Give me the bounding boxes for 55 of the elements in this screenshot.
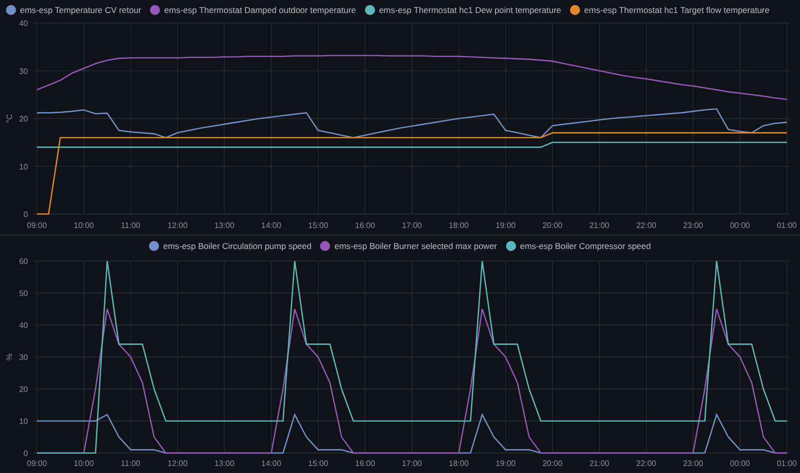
axis-tick-label: 17:00 <box>402 221 422 230</box>
axis-tick-label: 60 <box>19 257 28 266</box>
axis-tick-label: 23:00 <box>683 221 704 230</box>
axis-title: % <box>5 353 14 361</box>
axis-tick-label: 20 <box>19 114 28 124</box>
axis-title: °C <box>5 114 14 123</box>
legend-label[interactable]: ems-esp Thermostat hc1 Target flow temperature <box>584 5 770 15</box>
axis-tick-label: 10 <box>19 417 28 426</box>
axis-tick-label: 20 <box>19 385 28 394</box>
axis-tick-label: 14:00 <box>261 221 282 230</box>
axis-tick-label: 00:00 <box>730 459 750 468</box>
axis-tick-label: 13:00 <box>214 459 234 468</box>
axis-tick-label: 10 <box>19 162 28 172</box>
axis-tick-label: 14:00 <box>261 459 282 468</box>
axis-tick-label: 10:00 <box>74 221 94 230</box>
axis-tick-label: 0 <box>24 210 28 219</box>
axis-tick-label: 20:00 <box>542 459 563 468</box>
axis-tick-label: 11:00 <box>120 459 140 468</box>
axis-tick-label: 30 <box>19 353 28 362</box>
legend-label[interactable]: ems-esp Boiler Circulation pump speed <box>163 241 312 251</box>
legend-label[interactable]: ems-esp Boiler Compressor speed <box>520 241 651 251</box>
axis-tick-label: 01:00 <box>776 459 797 468</box>
axis-tick-label: 50 <box>19 289 28 298</box>
axis-tick-label: 21:00 <box>589 459 610 468</box>
axis-tick-label: 19:00 <box>496 221 516 230</box>
axis-tick-label: 20:00 <box>542 221 563 230</box>
axis-tick-label: 17:00 <box>402 459 422 468</box>
legend-label[interactable]: ems-esp Thermostat Damped outdoor temperature <box>164 5 356 15</box>
axis-tick-label: 30 <box>19 66 28 76</box>
axis-tick-label: 21:00 <box>589 221 610 230</box>
axis-tick-label: 09:00 <box>26 221 47 230</box>
axis-tick-label: 11:00 <box>120 221 140 230</box>
axis-tick-label: 09:00 <box>26 459 47 468</box>
axis-tick-label: 22:00 <box>636 221 656 230</box>
axis-tick-label: 19:00 <box>496 459 516 468</box>
axis-tick-label: 00:00 <box>730 221 750 230</box>
axis-tick-label: 18:00 <box>448 221 469 230</box>
legend-label[interactable]: ems-esp Temperature CV retour <box>20 5 142 15</box>
axis-tick-label: 18:00 <box>448 459 469 468</box>
legend-label[interactable]: ems-esp Thermostat hc1 Dew point temperature <box>378 5 562 15</box>
axis-tick-label: 16:00 <box>355 221 376 230</box>
axis-tick-label: 0 <box>24 449 28 458</box>
axis-tick-label: 12:00 <box>168 459 188 468</box>
axis-tick-label: 23:00 <box>683 459 704 468</box>
axis-tick-label: 12:00 <box>168 221 188 230</box>
axis-tick-label: 10:00 <box>74 459 94 468</box>
axis-tick-label: 15:00 <box>308 459 328 468</box>
axis-tick-label: 15:00 <box>308 221 328 230</box>
axis-tick-label: 40 <box>19 321 28 330</box>
axis-tick-label: 16:00 <box>355 459 376 468</box>
axis-tick-label: 22:00 <box>636 459 656 468</box>
axis-tick-label: 40 <box>19 20 28 28</box>
legend-label[interactable]: ems-esp Boiler Burner selected max power <box>334 241 497 251</box>
axis-tick-label: 01:00 <box>776 221 797 230</box>
axis-tick-label: 13:00 <box>214 221 234 230</box>
